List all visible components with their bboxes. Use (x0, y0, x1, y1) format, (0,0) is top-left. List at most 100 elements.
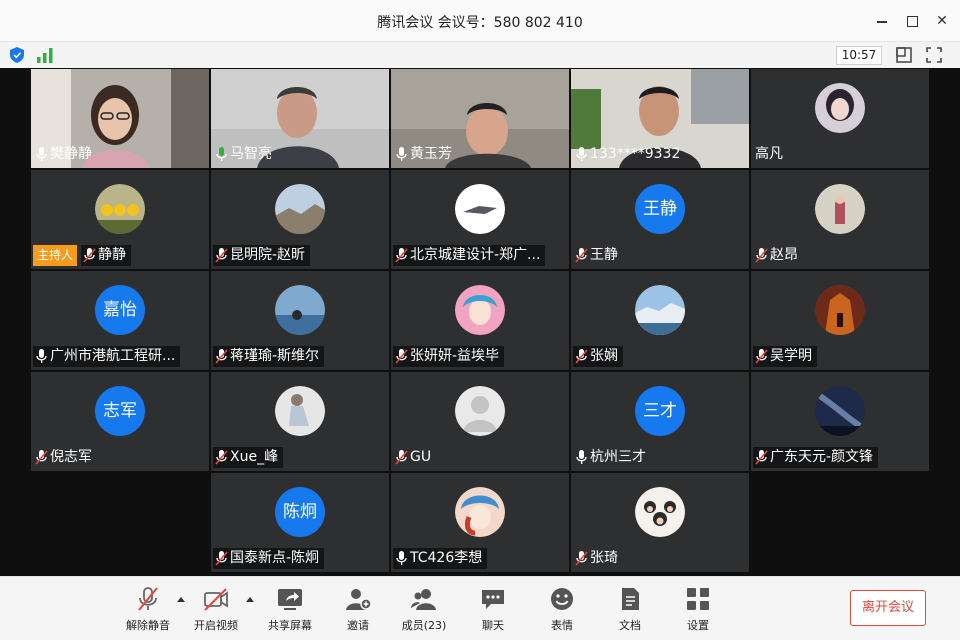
video-options-caret[interactable] (246, 597, 254, 602)
mic-muted-icon (575, 349, 588, 364)
shield-icon[interactable] (10, 47, 24, 63)
host-badge: 主持人 (33, 245, 78, 266)
participant-tile[interactable]: 樊静静 (31, 69, 209, 168)
avatar (455, 285, 505, 335)
participant-tile[interactable]: 三才 杭州三才 (571, 372, 749, 471)
participant-tile[interactable]: Xue_峰 (211, 372, 389, 471)
participant-name-label: 昆明院-赵昕 (213, 245, 311, 266)
meeting-time: 10:57 (836, 46, 882, 65)
participant-tile[interactable]: 昆明院-赵昕 (211, 170, 389, 269)
minimize-icon[interactable] (872, 11, 892, 31)
participant-tile[interactable]: 133****9332 (571, 69, 749, 168)
participant-name-label: 北京城建设计-郑广... (393, 245, 546, 266)
participant-name-label: 倪志军 (33, 447, 97, 468)
invite-icon (346, 589, 372, 610)
mic-muted-icon (755, 349, 768, 364)
mic-icon (396, 551, 407, 565)
participant-name-label: 赵昂 (753, 245, 803, 266)
participant-tile[interactable]: GU (391, 372, 569, 471)
mic-icon (396, 147, 407, 161)
participant-tile[interactable]: 蒋瑾瑜-斯维尔 (211, 271, 389, 370)
mic-muted-icon (755, 248, 768, 263)
participant-tile[interactable]: 吴学明 (751, 271, 929, 370)
participant-name-label: 马智亮 (213, 144, 277, 165)
participant-tile[interactable]: 广东天元-颜文锋 (751, 372, 929, 471)
participant-name-label: 静静 (81, 245, 131, 266)
mic-muted-icon (395, 450, 408, 465)
start-video-button[interactable]: 开启视频 (186, 585, 246, 637)
mic-muted-icon (575, 551, 588, 566)
avatar (455, 184, 505, 234)
avatar (815, 285, 865, 335)
avatar: 陈炯 (275, 487, 325, 537)
avatar (275, 184, 325, 234)
participant-tile[interactable]: 陈炯 国泰新点-陈炯 (211, 473, 389, 572)
participant-tile[interactable]: 王静 王静 (571, 170, 749, 269)
mic-icon (576, 147, 587, 161)
maximize-icon[interactable] (902, 11, 922, 31)
window-title: 腾讯会议 会议号：580 802 410 (377, 15, 583, 31)
fullscreen-icon[interactable] (926, 47, 942, 63)
camera-off-icon (204, 588, 228, 611)
chat-icon (482, 590, 504, 609)
docs-button[interactable]: 文档 (600, 585, 660, 637)
avatar (455, 487, 505, 537)
participant-name-label: GU (393, 447, 436, 468)
meeting-toolbar: 解除静音 开启视频 共享屏幕 邀请 成员(23) 聊天 表情 文档 设置 离开会… (0, 576, 960, 640)
avatar (275, 386, 325, 436)
participant-tile[interactable]: 高凡 (751, 69, 929, 168)
participant-tile[interactable]: 赵昂 (751, 170, 929, 269)
members-button[interactable]: 成员(23) (394, 585, 454, 637)
members-icon (411, 589, 436, 610)
avatar: 三才 (635, 386, 685, 436)
title-bar: 腾讯会议 会议号：580 802 410 ✕ (0, 0, 960, 42)
participant-tile[interactable]: 张娴 (571, 271, 749, 370)
layout-icon[interactable] (896, 47, 912, 63)
emoji-icon (551, 588, 573, 610)
avatar: 王静 (635, 184, 685, 234)
avatar (455, 386, 505, 436)
participant-name-label: 广州市港航工程研... (33, 346, 181, 367)
participant-tile[interactable]: 北京城建设计-郑广... (391, 170, 569, 269)
participant-tile[interactable]: TC426李想 (391, 473, 569, 572)
participant-tile[interactable]: 志军 倪志军 (31, 372, 209, 471)
mic-active-icon (216, 147, 227, 161)
close-icon[interactable]: ✕ (932, 11, 952, 31)
signal-icon[interactable] (36, 47, 54, 63)
participant-tile[interactable]: 张琦 (571, 473, 749, 572)
video-grid: 樊静静 马智亮 黄玉芳 133****9332 高凡 主持人 静静 昆明院-赵昕… (0, 68, 960, 576)
avatar (635, 487, 685, 537)
mic-muted-icon (215, 450, 228, 465)
mic-icon (36, 147, 47, 161)
invite-button[interactable]: 邀请 (328, 585, 388, 637)
mic-muted-icon (215, 248, 228, 263)
chat-button[interactable]: 聊天 (463, 585, 523, 637)
mic-muted-icon (35, 450, 48, 465)
participant-tile[interactable]: 张妍妍-益埃毕 (391, 271, 569, 370)
avatar (275, 285, 325, 335)
avatar (815, 184, 865, 234)
participant-tile[interactable]: 主持人 静静 (31, 170, 209, 269)
participant-name-label: 张琦 (573, 548, 623, 569)
share-screen-icon (278, 589, 302, 610)
share-screen-button[interactable]: 共享屏幕 (260, 585, 320, 637)
participant-name-label: 张妍妍-益埃毕 (393, 346, 505, 367)
participant-tile[interactable]: 嘉怡 广州市港航工程研... (31, 271, 209, 370)
participant-tile[interactable]: 马智亮 (211, 69, 389, 168)
leave-meeting-button[interactable]: 离开会议 (850, 590, 926, 626)
mic-icon (576, 450, 587, 464)
participant-tile[interactable]: 黄玉芳 (391, 69, 569, 168)
participant-name-label: 王静 (573, 245, 623, 266)
mic-muted-icon (395, 349, 408, 364)
mic-muted-icon (83, 248, 96, 263)
participant-name-label: TC426李想 (393, 548, 488, 569)
unmute-button[interactable]: 解除静音 (118, 585, 178, 637)
mic-icon (36, 349, 47, 363)
audio-options-caret[interactable] (177, 597, 185, 602)
reactions-button[interactable]: 表情 (532, 585, 592, 637)
participant-name-label: 133****9332 (573, 144, 685, 165)
participant-name-label: 高凡 (755, 146, 783, 162)
settings-button[interactable]: 设置 (668, 585, 728, 637)
grid-settings-icon (687, 588, 709, 610)
participant-name-label: 张娴 (573, 346, 623, 367)
